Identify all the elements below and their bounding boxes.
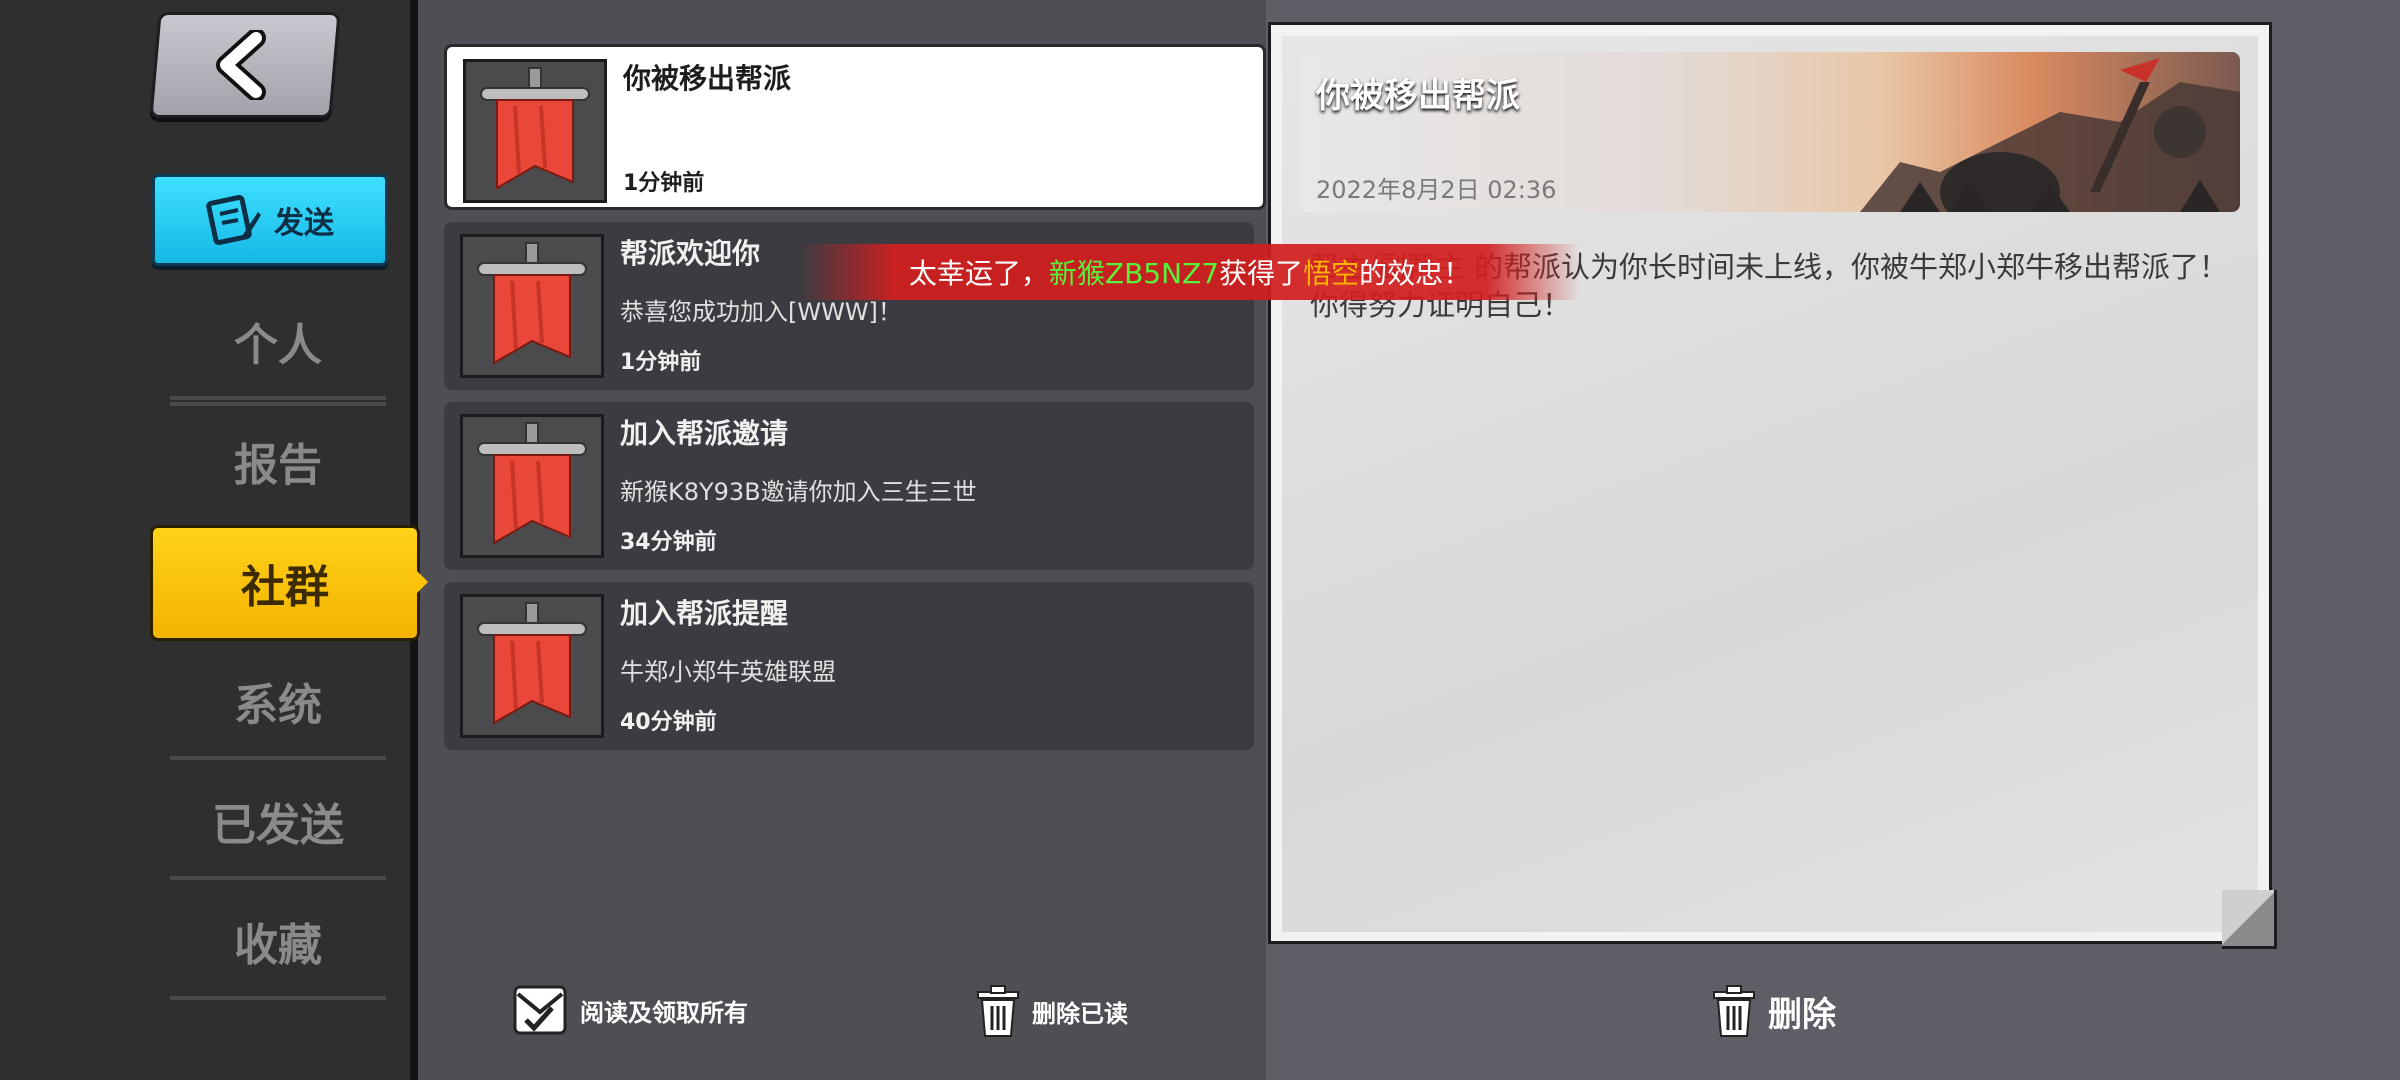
nav-system[interactable]: 系统 bbox=[170, 642, 386, 760]
back-button[interactable] bbox=[149, 12, 341, 118]
nav-favorites-label: 收藏 bbox=[234, 920, 322, 971]
toast-player: 新猴ZB5NZ7 bbox=[1048, 257, 1220, 290]
red-banner-icon bbox=[460, 414, 604, 558]
mail-item[interactable]: 加入帮派提醒 牛郑小郑牛英雄联盟 40分钟前 bbox=[444, 582, 1254, 750]
page-curl bbox=[2222, 890, 2277, 949]
mail-title: 你被移出帮派 bbox=[623, 62, 792, 95]
trash-icon bbox=[1713, 985, 1755, 1037]
nav-system-label: 系统 bbox=[234, 680, 322, 731]
nav-divider bbox=[170, 996, 386, 1000]
delete-read-label: 删除已读 bbox=[1032, 999, 1128, 1028]
detail-date: 2022年8月2日 02:36 bbox=[1316, 176, 1557, 204]
active-tab-pointer bbox=[414, 568, 428, 596]
mail-item[interactable]: 加入帮派邀请 新猴K8Y93B邀请你加入三生三世 34分钟前 bbox=[444, 402, 1254, 570]
mail-item-selected[interactable]: 你被移出帮派 1分钟前 bbox=[444, 44, 1266, 210]
mail-title: 帮派欢迎你 bbox=[620, 237, 761, 270]
trash-icon bbox=[977, 985, 1019, 1037]
mail-title: 加入帮派提醒 bbox=[620, 597, 789, 630]
nav-report-label: 报告 bbox=[234, 440, 322, 491]
write-mail-icon bbox=[206, 194, 261, 246]
nav-social-active[interactable]: 社群 bbox=[150, 525, 420, 641]
loyalty-toast: 太幸运了， 新猴ZB5NZ7 获得了 悟空 的效忠！ bbox=[800, 244, 1580, 300]
send-label: 发送 bbox=[274, 206, 334, 241]
chevron-left-icon bbox=[216, 30, 266, 100]
read-all-button[interactable]: 阅读及领取所有 bbox=[512, 984, 748, 1036]
nav-report[interactable]: 报告 bbox=[170, 402, 386, 520]
read-all-label: 阅读及领取所有 bbox=[580, 998, 748, 1027]
send-button[interactable]: 发送 bbox=[152, 174, 388, 266]
mail-desc: 牛郑小郑牛英雄联盟 bbox=[620, 658, 836, 686]
mail-check-icon bbox=[513, 985, 567, 1035]
nav-personal-label: 个人 bbox=[234, 320, 322, 371]
nav-favorites[interactable]: 收藏 bbox=[170, 882, 386, 1000]
mail-desc: 新猴K8Y93B邀请你加入三生三世 bbox=[620, 478, 977, 506]
toast-suffix: 的效忠！ bbox=[1359, 257, 1472, 290]
mail-time: 34分钟前 bbox=[620, 530, 717, 555]
delete-label: 删除 bbox=[1768, 994, 1836, 1035]
red-banner-icon bbox=[463, 59, 607, 203]
mail-time: 40分钟前 bbox=[620, 710, 717, 735]
nav-personal[interactable]: 个人 bbox=[170, 282, 386, 400]
mail-time: 1分钟前 bbox=[623, 171, 705, 196]
nav-sent[interactable]: 已发送 bbox=[170, 762, 386, 880]
nav-divider bbox=[170, 402, 386, 406]
detail-title: 你被移出帮派 bbox=[1316, 76, 1520, 116]
mail-title: 加入帮派邀请 bbox=[620, 417, 789, 450]
red-banner-icon bbox=[460, 594, 604, 738]
nav-sent-label: 已发送 bbox=[212, 800, 344, 851]
nav-divider bbox=[170, 876, 386, 880]
toast-hero: 悟空 bbox=[1303, 257, 1360, 290]
mail-time: 1分钟前 bbox=[620, 350, 702, 375]
delete-button[interactable]: 删除 bbox=[1712, 984, 1836, 1038]
red-banner-icon bbox=[460, 234, 604, 378]
nav-divider bbox=[170, 756, 386, 760]
toast-middle: 获得了 bbox=[1219, 257, 1304, 290]
nav-divider bbox=[170, 396, 386, 400]
toast-prefix: 太幸运了， bbox=[908, 257, 1049, 290]
nav-social-label: 社群 bbox=[241, 562, 329, 613]
delete-read-button[interactable]: 删除已读 bbox=[976, 984, 1128, 1038]
